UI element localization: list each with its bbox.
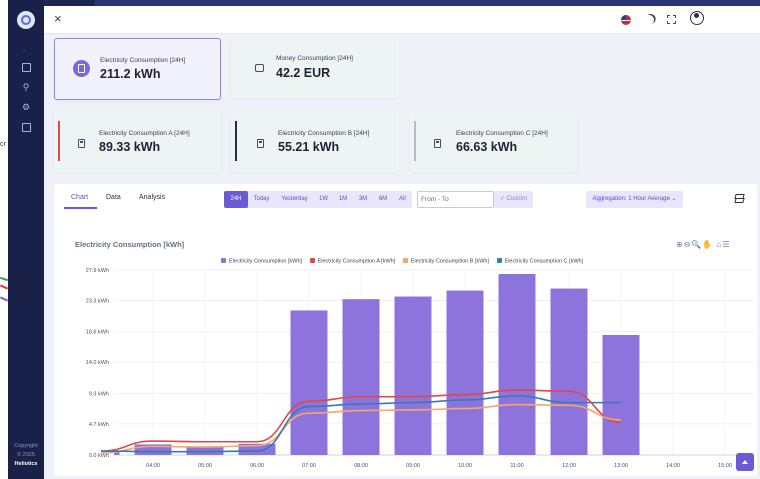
x-tick-label: 13:00 xyxy=(614,463,628,469)
x-tick-label: 12:00 xyxy=(562,463,576,469)
wrench-icon[interactable]: ⚲ xyxy=(19,80,33,94)
kpi-label: Electricity Consumption C [24H] xyxy=(456,130,548,137)
brand-name: Heliotics xyxy=(14,461,38,467)
report-icon[interactable] xyxy=(19,120,33,134)
x-tick-label: 11:00 xyxy=(510,463,523,469)
background-curve xyxy=(0,284,9,290)
topbar: × xyxy=(44,6,760,34)
kpi-label: Electricity Consumption B [24H] xyxy=(278,130,370,137)
kpi-label: Electricity Consumption A [24H] xyxy=(99,130,190,137)
bar xyxy=(394,296,432,455)
y-tick-label: 18.6 kWh xyxy=(86,330,109,336)
bar xyxy=(290,310,328,455)
kpi-value: 55.21 kWh xyxy=(278,140,340,154)
copyright-year: © 2025 xyxy=(17,452,35,458)
x-tick-label: 06:00 xyxy=(250,463,264,469)
kpi-label: Electricity Consumption [24H] xyxy=(100,57,186,64)
kpi-card-money[interactable]: Money Consumption [24H] 42.2 EUR xyxy=(231,38,399,98)
settings-icon[interactable]: ⚙ xyxy=(19,100,33,114)
close-icon[interactable]: × xyxy=(54,12,62,26)
x-tick-label: 07:00 xyxy=(302,463,316,469)
moon-icon[interactable] xyxy=(642,13,656,27)
bar xyxy=(446,290,484,455)
bar xyxy=(550,288,588,455)
kpi-card-phase-b[interactable]: Electricity Consumption B [24H] 55.21 kW… xyxy=(231,111,399,172)
chart-panel: Chart Data Analysis 24H Today Yesterday … xyxy=(54,184,757,476)
kpi-label: Money Consumption [24H] xyxy=(276,55,353,62)
y-tick-label: 27.9 kWh xyxy=(86,268,109,274)
x-tick-label: 14:00 xyxy=(666,463,680,469)
kpi-value: 42.2 EUR xyxy=(276,66,331,80)
y-tick-label: 4.7 kWh xyxy=(89,422,109,428)
dashboard-icon[interactable] xyxy=(19,60,33,74)
kpi-card-phase-c[interactable]: Electricity Consumption C [24H] 66.63 kW… xyxy=(410,111,577,172)
meter-icon xyxy=(73,60,90,77)
x-tick-label: 04:00 xyxy=(146,463,160,469)
kpi-card-total[interactable]: Electricity Consumption [24H] 211.2 kWh xyxy=(54,38,221,100)
accent-bar xyxy=(414,121,416,161)
kpi-value: 89.33 kWh xyxy=(99,140,161,154)
x-tick-label: 09:00 xyxy=(406,463,420,469)
main-content: × Electricity Consumption [24H] 211.2 kW… xyxy=(44,6,760,479)
y-tick-label: 9.3 kWh xyxy=(89,391,109,397)
background-curve xyxy=(0,296,9,302)
bar xyxy=(498,273,536,455)
accent-bar xyxy=(235,121,237,161)
wallet-icon xyxy=(255,64,264,72)
scroll-top-button[interactable] xyxy=(736,453,754,471)
bar xyxy=(342,299,380,455)
background-window-edge: cr xyxy=(0,0,9,479)
us-flag-icon[interactable] xyxy=(621,15,631,25)
x-tick-label: 08:00 xyxy=(354,463,368,469)
calculator-icon xyxy=(257,139,264,148)
background-curve xyxy=(0,276,9,282)
y-tick-label: 23.3 kWh xyxy=(86,299,109,305)
x-tick-label: 05:00 xyxy=(198,463,212,469)
x-tick-label: 10:00 xyxy=(458,463,472,469)
sidebar-separator: - xyxy=(23,48,26,55)
sidebar: - ⚲ ⚙ Copyright © 2025 Heliotics xyxy=(8,0,44,479)
copyright: Copyright © 2025 Heliotics xyxy=(8,442,44,469)
fullscreen-icon[interactable] xyxy=(667,15,676,24)
user-icon[interactable] xyxy=(690,11,704,25)
bar xyxy=(602,334,640,455)
calculator-icon xyxy=(78,139,85,148)
kpi-card-phase-a[interactable]: Electricity Consumption A [24H] 89.33 kW… xyxy=(54,111,221,172)
copyright-label: Copyright xyxy=(14,443,38,449)
x-tick-label: 15:00 xyxy=(718,463,732,469)
calculator-icon xyxy=(434,139,441,148)
kpi-value: 211.2 kWh xyxy=(100,67,161,81)
accent-bar xyxy=(58,121,60,161)
heliotics-logo-icon[interactable] xyxy=(17,11,35,29)
y-tick-label: 14.0 kWh xyxy=(86,360,109,366)
y-tick-label: 0.0 kWh xyxy=(89,453,109,459)
kpi-value: 66.63 kWh xyxy=(456,140,518,154)
consumption-chart[interactable]: 0.0 kWh 4.7 kWh 9.3 kWh 14.0 kWh 18.6 kWh 23.… xyxy=(54,184,757,476)
background-cut-text: cr xyxy=(0,141,6,148)
